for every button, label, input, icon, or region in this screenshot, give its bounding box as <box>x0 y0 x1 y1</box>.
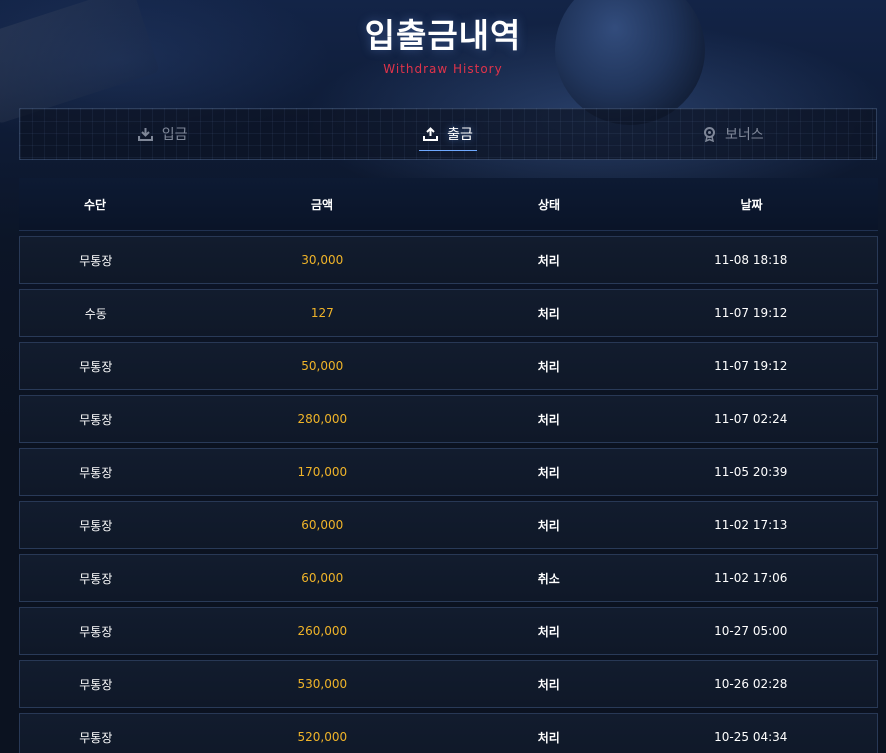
method-cell: 무통장 <box>79 677 113 692</box>
table-row[interactable]: 무통장 60,000 처리 11-02 17:13 <box>19 501 878 549</box>
download-icon <box>137 127 153 141</box>
tab-bar: 입금 출금 보너스 <box>19 108 877 160</box>
tab-withdraw[interactable]: 출금 <box>305 109 590 159</box>
table-row[interactable]: 무통장 280,000 처리 11-07 02:24 <box>19 395 878 443</box>
date-cell: 11-02 17:13 <box>714 518 788 532</box>
table-row[interactable]: 무통장 520,000 처리 10-25 04:34 <box>19 713 878 753</box>
table-row[interactable]: 무통장 530,000 처리 10-26 02:28 <box>19 660 878 708</box>
amount-cell: 127 <box>310 306 334 320</box>
award-icon <box>703 126 716 142</box>
tab-withdraw-inner: 출금 <box>419 118 477 151</box>
status-cell: 처리 <box>537 359 560 374</box>
method-cell: 무통장 <box>79 624 113 639</box>
tab-deposit[interactable]: 입금 <box>20 109 305 159</box>
date-cell: 11-08 18:18 <box>714 253 788 267</box>
tab-withdraw-label: 출금 <box>447 126 473 143</box>
amount-cell: 60,000 <box>301 518 344 532</box>
column-header-amount: 금액 <box>310 197 334 212</box>
amount-cell: 260,000 <box>297 624 348 638</box>
date-cell: 11-07 19:12 <box>714 306 788 320</box>
column-header-date: 날짜 <box>740 197 763 212</box>
date-cell: 10-26 02:28 <box>714 677 788 691</box>
amount-cell: 60,000 <box>301 571 344 585</box>
method-cell: 무통장 <box>79 253 113 268</box>
status-cell: 처리 <box>537 412 560 427</box>
status-cell: 처리 <box>537 253 560 268</box>
table-row[interactable]: 무통장 50,000 처리 11-07 19:12 <box>19 342 878 390</box>
method-cell: 무통장 <box>79 465 113 480</box>
method-cell: 수동 <box>84 306 107 321</box>
table-row[interactable]: 무통장 30,000 처리 11-08 18:18 <box>19 236 878 284</box>
method-cell: 무통장 <box>79 359 113 374</box>
status-cell: 처리 <box>537 518 560 533</box>
amount-cell: 280,000 <box>297 412 348 426</box>
method-cell: 무통장 <box>79 518 113 533</box>
page-header: 입출금내역 Withdraw History <box>0 14 886 76</box>
tab-bonus-label: 보너스 <box>725 127 764 143</box>
status-cell: 처리 <box>537 730 560 745</box>
tab-deposit-inner: 입금 <box>134 118 192 150</box>
tab-bonus-inner: 보너스 <box>699 118 768 150</box>
status-cell: 처리 <box>537 677 560 692</box>
amount-cell: 520,000 <box>297 730 348 744</box>
amount-cell: 170,000 <box>297 465 348 479</box>
status-cell: 처리 <box>537 624 560 639</box>
date-cell: 11-05 20:39 <box>714 465 788 479</box>
column-header-method: 수단 <box>83 197 107 212</box>
date-cell: 10-27 05:00 <box>714 624 788 638</box>
amount-cell: 30,000 <box>301 253 344 267</box>
page: 입출금내역 Withdraw History 입금 출금 보너스 수단 금액 상… <box>0 0 886 753</box>
column-header-status: 상태 <box>537 197 561 212</box>
date-cell: 10-25 04:34 <box>714 730 788 744</box>
table-row[interactable]: 무통장 260,000 처리 10-27 05:00 <box>19 607 878 655</box>
tab-bonus[interactable]: 보너스 <box>591 109 876 159</box>
date-cell: 11-07 19:12 <box>714 359 788 373</box>
table-row[interactable]: 무통장 170,000 처리 11-05 20:39 <box>19 448 878 496</box>
amount-cell: 530,000 <box>297 677 348 691</box>
table-header: 수단 금액 상태 날짜 <box>19 178 878 231</box>
page-title: 입출금내역 <box>364 16 522 55</box>
table-row[interactable]: 무통장 60,000 취소 11-02 17:06 <box>19 554 878 602</box>
status-cell: 처리 <box>537 465 560 480</box>
tab-deposit-label: 입금 <box>161 127 188 143</box>
method-cell: 무통장 <box>79 412 113 427</box>
history-table: 수단 금액 상태 날짜 무통장 30,000 처리 11-08 18:18 수동… <box>19 178 878 753</box>
status-cell: 처리 <box>537 306 560 321</box>
method-cell: 무통장 <box>79 571 113 586</box>
upload-icon <box>423 126 439 141</box>
date-cell: 11-07 02:24 <box>714 412 788 426</box>
status-cell: 취소 <box>537 571 560 586</box>
method-cell: 무통장 <box>79 730 113 745</box>
page-subtitle: Withdraw History <box>383 62 503 76</box>
table-row[interactable]: 수동 127 처리 11-07 19:12 <box>19 289 878 337</box>
date-cell: 11-02 17:06 <box>714 571 788 585</box>
amount-cell: 50,000 <box>301 359 344 373</box>
